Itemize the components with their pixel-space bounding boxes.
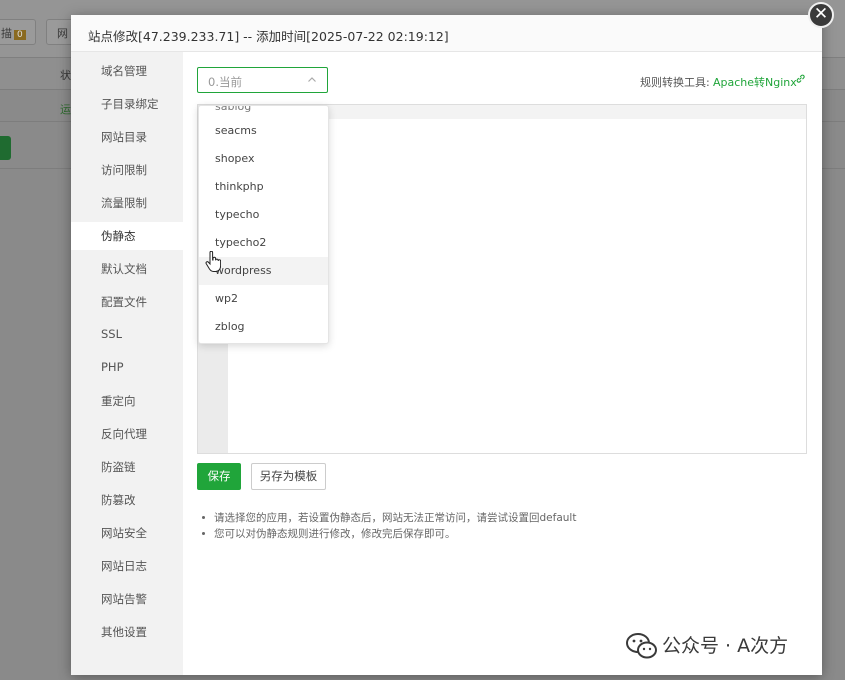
dialog-title: 站点修改[47.239.233.71] -- 添加时间[2025-07-22 0… — [88, 29, 449, 44]
sidebar-item-domain[interactable]: 域名管理 — [71, 57, 183, 85]
dropdown-option[interactable]: shopex — [199, 145, 328, 173]
watermark-text: 公众号 · A次方 — [662, 635, 789, 657]
dropdown-option[interactable]: seacms — [199, 117, 328, 145]
hand-cursor-icon — [205, 251, 221, 272]
sidebar-item-tamper-proof[interactable]: 防篡改 — [71, 486, 183, 514]
background-badge: 0 — [14, 30, 26, 40]
sidebar-item-redirect[interactable]: 重定向 — [71, 387, 183, 415]
sidebar-item-subdirectory[interactable]: 子目录绑定 — [71, 90, 183, 118]
dropdown-option[interactable]: wp2 — [199, 285, 328, 313]
rewrite-template-select[interactable]: 0.当前 — [197, 67, 328, 93]
sidebar-item-site-security[interactable]: 网站安全 — [71, 519, 183, 547]
background-status-text: 运 — [60, 103, 71, 116]
sidebar-item-ssl[interactable]: SSL — [71, 321, 183, 349]
close-icon[interactable]: ✕ — [808, 2, 834, 28]
sidebar-item-rewrite[interactable]: 伪静态 — [71, 222, 183, 250]
select-value: 0.当前 — [208, 75, 242, 89]
sidebar-item-site-directory[interactable]: 网站目录 — [71, 123, 183, 151]
bullet-icon — [202, 516, 205, 519]
tip-item: 请选择您的应用，若设置伪静态后，网站无法正常访问，请尝试设置回default — [202, 510, 802, 526]
dropdown-option[interactable]: typecho — [199, 201, 328, 229]
sidebar-item-default-doc[interactable]: 默认文档 — [71, 255, 183, 283]
tip-item: 您可以对伪静态规则进行修改，修改完后保存即可。 — [202, 526, 802, 542]
sidebar-item-config-file[interactable]: 配置文件 — [71, 288, 183, 316]
help-tips: 请选择您的应用，若设置伪静态后，网站无法正常访问，请尝试设置回default 您… — [202, 510, 802, 542]
sidebar-item-hotlink[interactable]: 防盗链 — [71, 453, 183, 481]
sidebar-item-site-log[interactable]: 网站日志 — [71, 552, 183, 580]
sidebar-item-access-limit[interactable]: 访问限制 — [71, 156, 183, 184]
dropdown-option[interactable]: thinkphp — [199, 173, 328, 201]
chevron-up-icon — [308, 77, 316, 82]
external-link-icon[interactable] — [795, 73, 806, 84]
site-edit-dialog: 站点修改[47.239.233.71] -- 添加时间[2025-07-22 0… — [71, 15, 822, 675]
sidebar-item-site-alert[interactable]: 网站告警 — [71, 585, 183, 613]
background-column-label: 状 — [60, 69, 71, 82]
template-dropdown-list[interactable]: sablog seacms shopex thinkphp typecho ty… — [198, 105, 329, 344]
wechat-icon — [626, 633, 657, 659]
sidebar-item-reverse-proxy[interactable]: 反向代理 — [71, 420, 183, 448]
sidebar-item-other-settings[interactable]: 其他设置 — [71, 618, 183, 646]
sidebar-item-php[interactable]: PHP — [71, 354, 183, 382]
dropdown-option[interactable]: zblog — [199, 313, 328, 341]
rule-convert-label: 规则转换工具: — [640, 76, 710, 89]
dialog-header: 站点修改[47.239.233.71] -- 添加时间[2025-07-22 0… — [71, 15, 822, 52]
save-as-template-button[interactable]: 另存为模板 — [251, 463, 326, 490]
background-green-button — [0, 136, 11, 160]
sidebar-item-traffic-limit[interactable]: 流量限制 — [71, 189, 183, 217]
dialog-sidebar: 域名管理 子目录绑定 网站目录 访问限制 流量限制 伪静态 默认文档 配置文件 … — [71, 52, 183, 675]
apache-to-nginx-link[interactable]: Apache转Nginx — [713, 74, 797, 90]
save-button[interactable]: 保存 — [197, 463, 241, 490]
bullet-icon — [202, 532, 205, 535]
background-button: 描0 — [0, 19, 36, 45]
